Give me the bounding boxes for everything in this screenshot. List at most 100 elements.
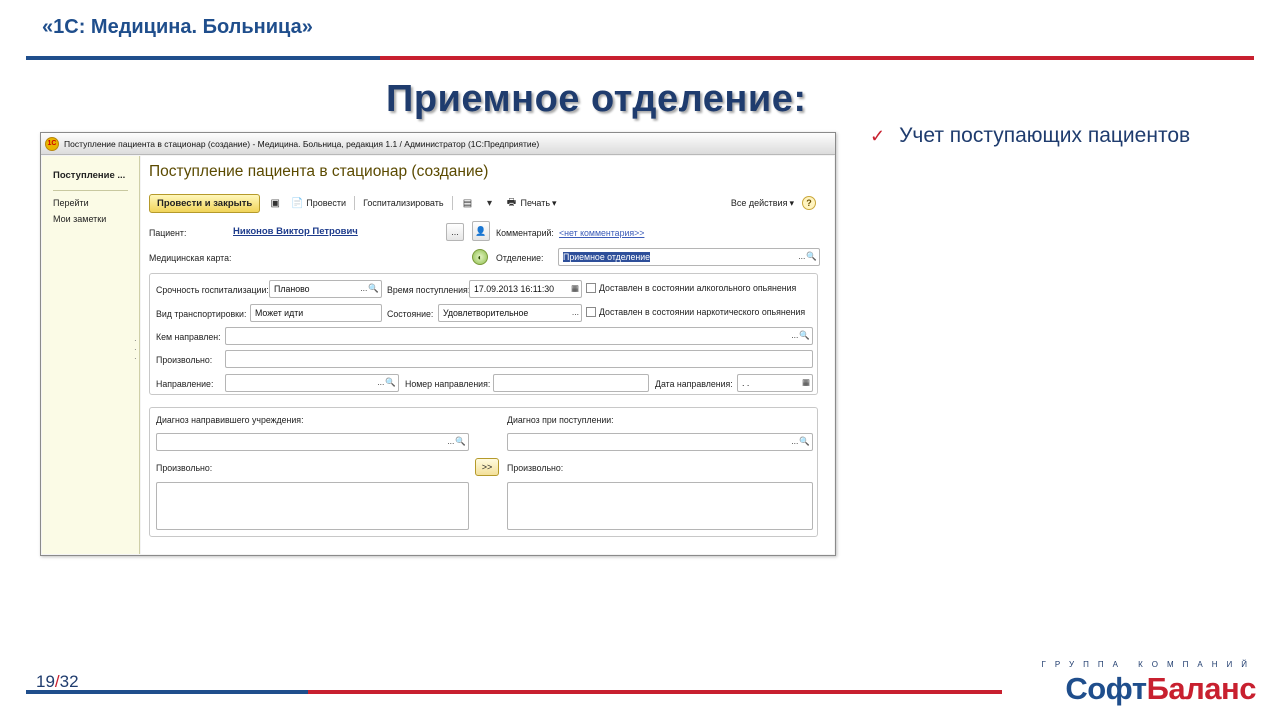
brand-subtitle: ГРУППА КОМПАНИЙ xyxy=(1041,660,1256,669)
ellipsis-icon[interactable]: ... xyxy=(377,377,384,388)
ellipsis-icon[interactable]: ... xyxy=(572,307,579,317)
referral-date-value: . . xyxy=(742,378,750,388)
comment-link[interactable]: <нет комментария>> xyxy=(559,228,644,238)
medcard-open-icon[interactable]: ◐ xyxy=(472,249,488,265)
arrival-time-label: Время поступления: xyxy=(387,285,471,295)
diag-referring-label: Диагноз направившего учреждения: xyxy=(156,415,304,425)
department-value: Приемное отделение xyxy=(563,252,651,262)
window-title: Поступление пациента в стационар (создан… xyxy=(64,138,540,149)
copy-diagnosis-button[interactable]: >> xyxy=(475,458,499,476)
ellipsis-icon[interactable]: ... xyxy=(360,283,367,294)
ellipsis-icon[interactable]: ... xyxy=(791,436,798,447)
search-icon[interactable]: 🔍 xyxy=(385,377,396,388)
print-button[interactable]: 🖶 Печать ▾ xyxy=(505,196,557,210)
save-icon[interactable]: ▣ xyxy=(268,196,282,210)
free-text-1-area[interactable] xyxy=(156,482,469,530)
diag-arrival-field[interactable]: ... 🔍 xyxy=(507,433,813,451)
form-toolbar: Провести и закрыть ▣ 📄 Провести Госпитали… xyxy=(149,192,816,214)
search-icon[interactable]: 🔍 xyxy=(799,436,810,447)
print-button-label: Печать xyxy=(520,198,551,208)
checkbox-box xyxy=(586,307,596,317)
slide-title: Приемное отделение: xyxy=(386,78,807,120)
search-icon[interactable]: 🔍 xyxy=(455,436,466,447)
transport-field[interactable]: Может идти xyxy=(250,304,382,322)
nav-item-notes[interactable]: Мои заметки xyxy=(53,211,139,227)
patient-link[interactable]: Никонов Виктор Петрович xyxy=(233,226,358,237)
urgency-label: Срочность госпитализации: xyxy=(156,285,269,295)
free-text-2-label: Произвольно: xyxy=(507,463,564,473)
ellipsis-icon[interactable]: ... xyxy=(447,436,454,447)
search-icon[interactable]: 🔍 xyxy=(799,330,810,341)
narcotic-checkbox[interactable]: Доставлен в состоянии наркотического опь… xyxy=(586,307,805,317)
bullet-item: ✓ Учет поступающих пациентов xyxy=(870,124,1190,148)
bottom-rule-red xyxy=(308,690,1002,694)
all-actions-menu[interactable]: Все действия ▾ xyxy=(731,198,794,209)
urgency-field[interactable]: Планово ... 🔍 xyxy=(269,280,382,298)
create-based-on-icon[interactable]: ▾ xyxy=(483,196,497,210)
arbitrary-label: Произвольно: xyxy=(156,355,213,365)
department-label: Отделение: xyxy=(496,253,544,263)
toolbar-divider xyxy=(354,196,356,210)
register-icon[interactable]: ▤ xyxy=(461,196,475,210)
referral-label: Направление: xyxy=(156,379,214,389)
checkbox-box xyxy=(586,283,596,293)
ellipsis-icon[interactable]: ... xyxy=(798,251,805,262)
slide-header: «1С: Медицина. Больница» xyxy=(42,16,313,38)
all-actions-label: Все действия xyxy=(730,198,788,208)
brand-name-part2: Баланс xyxy=(1146,671,1257,706)
page-current: 19 xyxy=(36,672,55,691)
search-icon[interactable]: 🔍 xyxy=(806,251,817,262)
referral-field[interactable]: ... 🔍 xyxy=(225,374,399,392)
post-button-label: Провести xyxy=(306,198,347,208)
patient-info-icon[interactable]: 👤 xyxy=(472,221,490,241)
medcard-label: Медицинская карта: xyxy=(149,253,232,263)
bullet-text: Учет поступающих пациентов xyxy=(899,124,1191,147)
state-value: Удовлетворительное xyxy=(443,308,529,318)
department-field[interactable]: Приемное отделение ... 🔍 xyxy=(558,248,820,266)
help-icon[interactable]: ? xyxy=(802,196,816,210)
page-total: 32 xyxy=(59,672,79,691)
free-text-2-area[interactable] xyxy=(507,482,813,530)
printer-icon: 🖶 xyxy=(506,196,517,208)
post-button[interactable]: 📄 Провести xyxy=(290,196,346,210)
diagnosis-group: Диагноз направившего учреждения: ... 🔍 Ди… xyxy=(149,407,818,537)
top-rule-red xyxy=(380,56,1254,60)
app-window: 1С Поступление пациента в стационар (соз… xyxy=(40,132,836,556)
arrival-time-value: 17.09.2013 16:11:30 xyxy=(474,284,555,294)
navigation-panel: Поступление ... Перейти Мои заметки · · · xyxy=(42,156,140,554)
brand-name: СофтБаланс xyxy=(1020,671,1256,707)
form-area: Поступление пациента в стационар (создан… xyxy=(141,156,834,554)
ellipsis-icon[interactable]: ... xyxy=(791,330,798,341)
checkmark-icon: ✓ xyxy=(870,125,886,146)
bottom-rule-blue xyxy=(26,690,308,694)
state-label: Состояние: xyxy=(387,309,434,319)
alcohol-checkbox-label: Доставлен в состоянии алкогольного опьян… xyxy=(599,283,797,293)
referred-by-field[interactable]: ... 🔍 xyxy=(225,327,813,345)
comment-label: Комментарий: xyxy=(496,228,554,238)
referred-by-label: Кем направлен: xyxy=(156,332,221,342)
nav-title[interactable]: Поступление ... xyxy=(53,170,139,181)
arrival-time-field[interactable]: 17.09.2013 16:11:30 ▦ xyxy=(469,280,582,298)
panel-resize-handle[interactable]: · · · xyxy=(134,336,137,363)
search-icon[interactable]: 🔍 xyxy=(368,283,379,294)
transport-label: Вид транспортировки: xyxy=(156,309,247,319)
calendar-icon[interactable]: ▦ xyxy=(571,283,579,294)
1c-logo-icon: 1С xyxy=(45,136,59,151)
form-title: Поступление пациента в стационар (создан… xyxy=(149,163,489,180)
brand-logo: ГРУППА КОМПАНИЙ СофтБаланс xyxy=(1020,660,1257,710)
hospitalize-button[interactable]: Госпитализировать xyxy=(363,198,443,208)
referral-number-label: Номер направления: xyxy=(405,379,491,389)
calendar-icon[interactable]: ▦ xyxy=(802,377,810,388)
arbitrary-field[interactable] xyxy=(225,350,813,368)
alcohol-checkbox[interactable]: Доставлен в состоянии алкогольного опьян… xyxy=(586,283,796,293)
state-field[interactable]: Удовлетворительное ... xyxy=(438,304,582,322)
top-rule-blue xyxy=(26,56,380,60)
nav-item-goto[interactable]: Перейти xyxy=(53,195,139,211)
patient-select-button[interactable]: ... xyxy=(446,223,464,241)
urgency-value: Планово xyxy=(274,284,310,294)
post-and-close-button[interactable]: Провести и закрыть xyxy=(149,193,261,213)
brand-name-part1: Софт xyxy=(1065,671,1147,706)
referral-date-field[interactable]: . . ▦ xyxy=(737,374,813,392)
referral-number-field[interactable] xyxy=(493,374,649,392)
diag-referring-field[interactable]: ... 🔍 xyxy=(156,433,469,451)
